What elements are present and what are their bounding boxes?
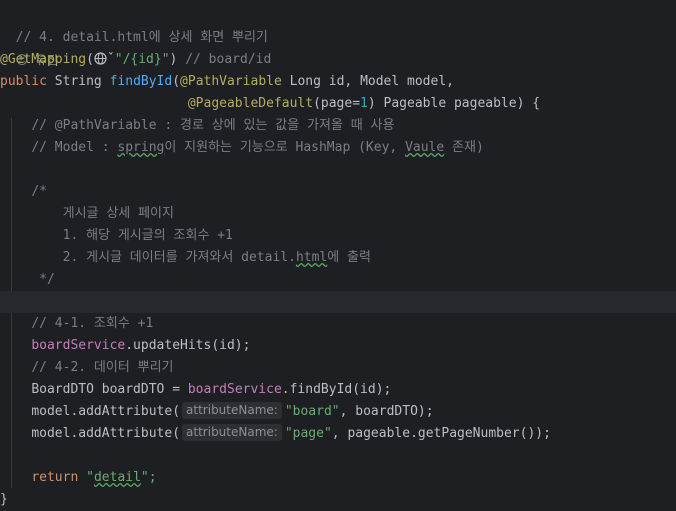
comment: // 4-2. 데이터 뿌리기 bbox=[31, 360, 174, 375]
param-hint: attributeName: bbox=[182, 402, 282, 419]
code-comment-3: // 4-1. 조회수 +1 bbox=[0, 313, 676, 335]
code-line-update-hits: boardService.updateHits(id); bbox=[0, 335, 676, 357]
block-comment-close: */ bbox=[0, 269, 676, 291]
call: , pageable.getPageNumber()); bbox=[331, 426, 551, 441]
param: page bbox=[320, 96, 353, 111]
code-comment-1: // @PathVariable : 경로 상에 있는 값을 가져올 때 사용 bbox=[0, 115, 676, 137]
block-comment-line: 1. 해당 게시글의 조회수 +1 bbox=[0, 225, 676, 247]
block-comment-open: /* bbox=[0, 181, 676, 203]
string: " bbox=[86, 470, 94, 485]
keyword: return bbox=[31, 470, 79, 485]
globe-icon[interactable] bbox=[94, 51, 107, 73]
string: "; bbox=[140, 470, 157, 485]
comment-word: html bbox=[295, 250, 328, 265]
declaration: BoardDTO boardDTO = bbox=[31, 382, 188, 397]
string: "board" bbox=[284, 404, 340, 419]
comment: // 4-1. 조회수 +1 bbox=[31, 316, 154, 331]
comment: 2. 게시글 데이터를 가져와서 detail. bbox=[62, 250, 296, 265]
chevron-down-icon[interactable]: ˇ bbox=[107, 52, 115, 67]
comment: */ bbox=[39, 272, 55, 287]
param-hint: attributeName: bbox=[182, 424, 282, 441]
code-line-assign: BoardDTO boardDTO = boardService.findByI… bbox=[0, 379, 676, 401]
call: , boardDTO); bbox=[339, 404, 434, 419]
code-line-signature: public String findById(@PathVariable Lon… bbox=[0, 74, 454, 89]
closing-brace: } bbox=[0, 492, 8, 507]
code-line-1: // 4. detail.html에 상세 화면 뿌리기 bbox=[0, 5, 676, 45]
call: .findById(id); bbox=[281, 382, 392, 397]
view-name-link[interactable]: detail bbox=[94, 470, 141, 485]
call: .updateHits(id); bbox=[125, 338, 251, 353]
call: model.addAttribute( bbox=[31, 404, 181, 419]
type: String bbox=[54, 74, 102, 89]
method-name: findById bbox=[109, 74, 173, 89]
comment-word: spring bbox=[117, 140, 165, 155]
mapping-path: "/{id}" bbox=[114, 52, 170, 67]
block-comment-line: 2. 게시글 데이터를 가져와서 detail.html에 출력 bbox=[0, 247, 676, 269]
number: 1 bbox=[360, 96, 368, 111]
code-line-close: } bbox=[0, 489, 676, 511]
comment: 게시글 상세 페이지 bbox=[62, 206, 174, 221]
code-author-hint[interactable]: ☺ 유진 bbox=[0, 27, 676, 67]
code-line-mapping: @GetMapping(ˇ"/{id}") // board/id bbox=[0, 49, 676, 71]
params: Long id, Model model, bbox=[289, 74, 454, 89]
code-line-add-attr-1: model.addAttribute(attributeName: "board"… bbox=[0, 401, 676, 423]
code-line-signature-2: @PageableDefault(page=1) Pageable pageab… bbox=[187, 96, 541, 111]
comment: 존재) bbox=[444, 140, 484, 155]
string: "page" bbox=[284, 426, 332, 441]
code-comment-2: // Model : spring이 지원하는 기능으로 HashMap (Ke… bbox=[0, 137, 676, 159]
comment: // @PathVariable : 경로 상에 있는 값을 가져올 때 사용 bbox=[31, 118, 395, 133]
field: boardService bbox=[187, 382, 282, 397]
field: boardService bbox=[31, 338, 126, 353]
code-comment-4: // 4-2. 데이터 뿌리기 bbox=[0, 357, 676, 379]
code-line-return: return "detail"; bbox=[0, 467, 676, 489]
code-line-add-attr-2: model.addAttribute(attributeName: "page",… bbox=[0, 423, 676, 445]
annotation: @GetMapping bbox=[0, 52, 87, 67]
comment-word: Vaule bbox=[405, 140, 445, 155]
comment: 1. 해당 게시글의 조회수 +1 bbox=[62, 228, 233, 243]
comment: 이 지원하는 기능으로 HashMap (Key, bbox=[164, 140, 406, 155]
params: Pageable pageable) { bbox=[383, 96, 541, 111]
comment: // Model : bbox=[31, 140, 118, 155]
annotation: @PageableDefault bbox=[187, 96, 314, 111]
comment: /* bbox=[31, 184, 47, 199]
annotation: @PathVariable bbox=[180, 74, 282, 89]
comment: 에 출력 bbox=[327, 250, 371, 265]
keyword: public bbox=[0, 74, 47, 89]
call: model.addAttribute( bbox=[31, 426, 181, 441]
block-comment-line: 게시글 상세 페이지 bbox=[0, 203, 676, 225]
current-line[interactable] bbox=[0, 291, 676, 313]
mapping-comment: // board/id bbox=[185, 52, 272, 67]
